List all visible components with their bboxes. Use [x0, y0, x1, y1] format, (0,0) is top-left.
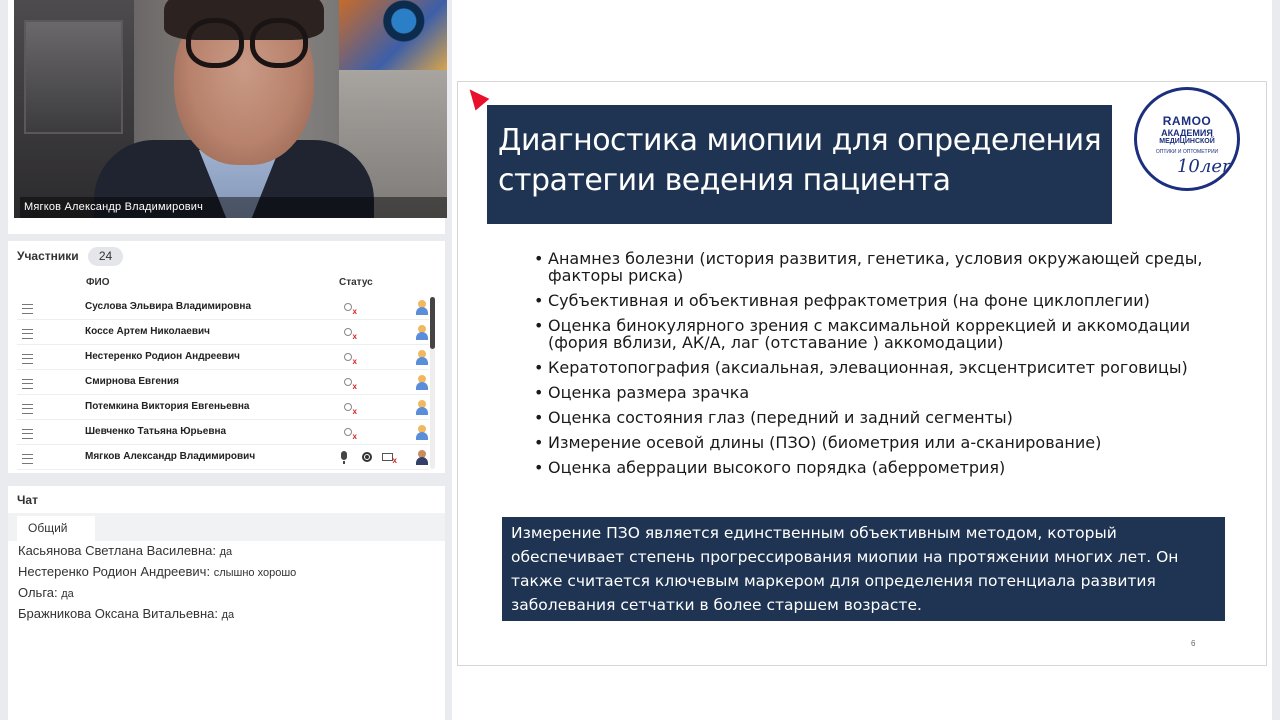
logo-text: ОПТИКИ И ОПТОМЕТРИИ: [1155, 149, 1219, 155]
speaker-figure: [186, 18, 244, 68]
user-icon: [415, 375, 429, 390]
column-header-name: ФИО: [86, 277, 110, 288]
chat-message: Ольга: да: [18, 585, 74, 600]
user-icon: [415, 325, 429, 340]
webcam-icon: [362, 452, 372, 462]
participant-row[interactable]: Мягков Александр Владимирович x: [17, 446, 429, 470]
user-icon: [415, 300, 429, 315]
speaker-figure: [250, 18, 308, 68]
bullet-item: Анамнез болезни (история развития, генет…: [534, 250, 1234, 284]
chat-message-author: Касьянова Светлана Василевна:: [18, 543, 216, 558]
microphone-icon: [341, 451, 347, 464]
participant-row[interactable]: Коссе Артем Николаевич x: [17, 321, 429, 345]
chat-message-text: да: [219, 546, 233, 558]
tab-general[interactable]: Общий: [17, 516, 95, 541]
ramoo-logo: RAMOO АКАДЕМИЯ МЕДИЦИНСКОЙ ОПТИКИ И ОПТО…: [1134, 87, 1240, 191]
drag-handle-icon[interactable]: [22, 354, 33, 364]
chat-tab-bar: Общий: [8, 513, 445, 541]
user-icon: [415, 400, 429, 415]
camera-off-icon: x: [343, 427, 357, 441]
chat-message: Касьянова Светлана Василевна: да: [18, 543, 232, 558]
presentation-area: Диагностика миопии для определения страт…: [452, 0, 1280, 720]
bullet-item: Субъективная и объективная рефрактометри…: [534, 292, 1234, 309]
window-edge: [1272, 0, 1280, 720]
chat-message: Нестеренко Родион Андреевич: слышно хоро…: [18, 564, 296, 579]
chat-message-author: Нестеренко Родион Андреевич:: [18, 564, 211, 579]
chat-message-author: Ольга:: [18, 585, 58, 600]
laser-pointer-icon: [462, 83, 490, 111]
participant-row[interactable]: Смирнова Евгения x: [17, 371, 429, 395]
slide-info-text: Измерение ПЗО является единственным объе…: [511, 524, 1179, 614]
camera-off-icon: x: [343, 352, 357, 366]
camera-off-icon: x: [343, 377, 357, 391]
participant-row[interactable]: Нестеренко Родион Андреевич x: [17, 346, 429, 370]
speaker-video[interactable]: Мягков Александр Владимирович: [14, 0, 447, 218]
participant-row[interactable]: Шевченко Татьяна Юрьевна x: [17, 421, 429, 445]
participants-scrollbar[interactable]: [430, 297, 435, 469]
participant-name: Коссе Артем Николаевич: [85, 326, 210, 337]
bullet-item: Измерение осевой длины (ПЗО) (биометрия …: [534, 434, 1234, 451]
presentation-slide: Диагностика миопии для определения страт…: [457, 81, 1267, 666]
slide-info-box: Измерение ПЗО является единственным объе…: [502, 517, 1225, 621]
slide-title-box: Диагностика миопии для определения страт…: [487, 105, 1112, 224]
scrollbar-thumb[interactable]: [430, 297, 435, 349]
video-background: [339, 0, 447, 70]
logo-text: АКАДЕМИЯ: [1161, 128, 1213, 138]
chat-message: Бражникова Оксана Витальевна: да: [18, 606, 234, 621]
logo-text: МЕДИЦИНСКОЙ: [1159, 138, 1215, 145]
participant-row[interactable]: Потемкина Виктория Евгеньевна x: [17, 396, 429, 420]
participant-name: Нестеренко Родион Андреевич: [85, 351, 240, 362]
camera-off-icon: x: [343, 302, 357, 316]
chat-message-text: слышно хорошо: [213, 567, 297, 579]
chat-panel: Чат Общий Касьянова Светлана Василевна: …: [8, 486, 445, 720]
bullet-item: Оценка аберрации высокого порядка (аберр…: [534, 459, 1234, 476]
bullet-item: Оценка состояния глаз (передний и задний…: [534, 409, 1234, 426]
participant-name: Мягков Александр Владимирович: [85, 451, 256, 462]
participant-row[interactable]: Суслова Эльвира Владимировна x: [17, 296, 429, 320]
screen-share-off-icon: x: [382, 453, 397, 465]
participant-name: Смирнова Евгения: [85, 376, 179, 387]
chat-message-text: да: [61, 588, 74, 600]
participants-count-badge: 24: [88, 247, 123, 266]
participants-panel: Участники 24 ФИО Статус Суслова Эльвира …: [8, 241, 445, 473]
bullet-item: Оценка бинокулярного зрения с максимальн…: [534, 317, 1234, 351]
bullet-item: Оценка размера зрачка: [534, 384, 1234, 401]
drag-handle-icon[interactable]: [22, 329, 33, 339]
chat-message-text: да: [221, 609, 235, 621]
participant-name: Шевченко Татьяна Юрьевна: [85, 426, 227, 437]
slide-title: Диагностика миопии для определения страт…: [498, 123, 1102, 198]
bullet-item: Кератотопография (аксиальная, элевационн…: [534, 359, 1234, 376]
participants-title: Участники: [17, 249, 79, 263]
drag-handle-icon[interactable]: [22, 379, 33, 389]
drag-handle-icon[interactable]: [22, 454, 33, 464]
participant-name: Суслова Эльвира Владимировна: [85, 301, 252, 312]
logo-text: RAMOO: [1162, 114, 1212, 128]
presenter-icon: [415, 450, 429, 465]
slide-bullet-list: Анамнез болезни (история развития, генет…: [534, 250, 1234, 484]
user-icon: [415, 425, 429, 440]
video-panel: Мягков Александр Владимирович: [8, 0, 447, 234]
video-background: [24, 20, 123, 134]
column-header-status: Статус: [339, 277, 373, 288]
logo-text: 10лет: [1176, 156, 1240, 177]
left-sidebar: Мягков Александр Владимирович Участники …: [0, 0, 452, 720]
chat-message-author: Бражникова Оксана Витальевна:: [18, 606, 218, 621]
speaker-name-caption: Мягков Александр Владимирович: [20, 197, 447, 218]
slide-page-number: 6: [1191, 639, 1196, 648]
user-icon: [415, 350, 429, 365]
camera-off-icon: x: [343, 402, 357, 416]
chat-title: Чат: [17, 493, 38, 507]
participant-name: Потемкина Виктория Евгеньевна: [85, 401, 250, 412]
drag-handle-icon[interactable]: [22, 404, 33, 414]
drag-handle-icon[interactable]: [22, 304, 33, 314]
camera-off-icon: x: [343, 327, 357, 341]
drag-handle-icon[interactable]: [22, 429, 33, 439]
